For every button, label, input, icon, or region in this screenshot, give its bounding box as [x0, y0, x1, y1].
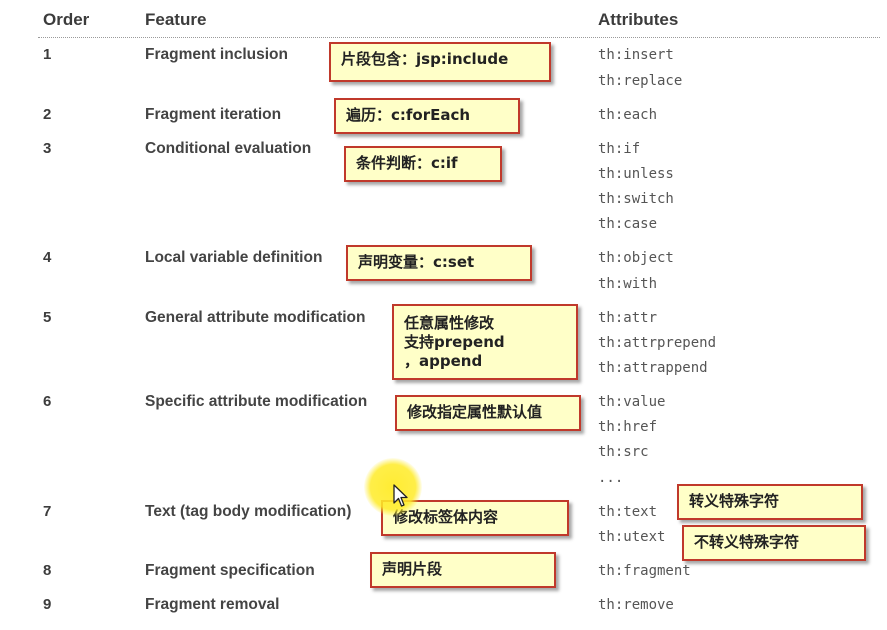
note-fragment-iteration: 遍历：c:forEach [334, 98, 520, 134]
note-specific-attribute: 修改指定属性默认值 [395, 395, 581, 431]
row-order: 4 [43, 249, 52, 266]
note-general-attribute: 任意属性修改 支持prepend ，append [392, 304, 578, 380]
note-conditional: 条件判断：c:if [344, 146, 502, 182]
row-feature: Fragment specification [145, 562, 315, 579]
note-local-variable: 声明变量：c:set [346, 245, 532, 281]
row-attribute: th:replace [598, 73, 683, 89]
row-order: 7 [43, 503, 52, 520]
row-attribute: th:value [598, 394, 666, 410]
header-order: Order [43, 10, 90, 29]
row-order: 9 [43, 596, 52, 613]
note-line: 任意属性修改 [404, 314, 495, 332]
row-order: 1 [43, 46, 52, 63]
note-fragment-spec: 声明片段 [370, 552, 556, 588]
header-feature: Feature [145, 10, 207, 29]
row-order: 5 [43, 309, 52, 326]
mouse-pointer-icon [393, 484, 408, 507]
row-order: 6 [43, 393, 52, 410]
header-divider [38, 37, 880, 38]
row-attribute: th:case [598, 216, 658, 232]
row-attribute: th:attr [598, 310, 658, 326]
row-attribute: th:text [598, 504, 658, 520]
row-order: 3 [43, 140, 52, 157]
row-attribute: ... [598, 470, 624, 486]
note-no-escape: 不转义特殊字符 [682, 525, 866, 561]
row-feature: Fragment inclusion [145, 46, 288, 63]
row-attribute: th:object [598, 250, 674, 266]
row-attribute: th:remove [598, 597, 674, 613]
row-order: 2 [43, 106, 52, 123]
row-attribute: th:attrappend [598, 360, 708, 376]
row-feature: Local variable definition [145, 249, 323, 266]
note-line: ，append [404, 352, 483, 370]
row-attribute: th:if [598, 141, 641, 157]
row-attribute: th:href [598, 419, 658, 435]
row-attribute: th:utext [598, 529, 666, 545]
note-line: 支持prepend [404, 333, 505, 351]
row-attribute: th:fragment [598, 563, 691, 579]
row-attribute: th:unless [598, 166, 674, 182]
row-attribute: th:with [598, 276, 658, 292]
row-feature: Fragment removal [145, 596, 280, 613]
row-attribute: th:insert [598, 47, 674, 63]
row-feature: Conditional evaluation [145, 140, 312, 157]
row-attribute: th:src [598, 444, 649, 460]
row-attribute: th:attrprepend [598, 335, 717, 351]
row-attribute: th:switch [598, 191, 674, 207]
row-order: 8 [43, 562, 52, 579]
row-attribute: th:each [598, 107, 658, 123]
note-escape: 转义特殊字符 [677, 484, 863, 520]
row-feature: Specific attribute modification [145, 393, 368, 410]
note-fragment-inclusion: 片段包含：jsp:include [329, 42, 551, 82]
row-feature: Fragment iteration [145, 106, 282, 123]
row-feature: Text (tag body modification) [145, 503, 352, 520]
header-attributes: Attributes [598, 10, 679, 29]
row-feature: General attribute modification [145, 309, 366, 326]
